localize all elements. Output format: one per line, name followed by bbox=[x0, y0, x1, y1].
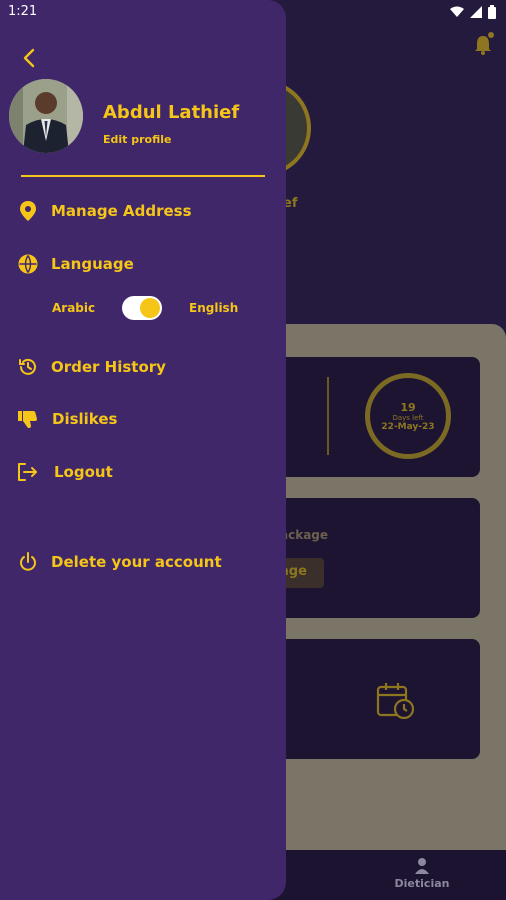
menu-item-order-history[interactable]: Order History bbox=[17, 353, 166, 381]
menu-item-logout[interactable]: Logout bbox=[17, 458, 113, 486]
profile-avatar[interactable] bbox=[9, 79, 83, 153]
menu-item-label: Language bbox=[51, 255, 134, 273]
language-toggle[interactable] bbox=[122, 296, 162, 320]
globe-icon bbox=[17, 253, 39, 275]
package-label: ackage bbox=[280, 528, 329, 542]
language-option-arabic[interactable]: Arabic bbox=[52, 301, 95, 315]
back-arrow-icon[interactable] bbox=[18, 46, 42, 70]
signal-icon bbox=[470, 6, 482, 18]
power-icon bbox=[17, 551, 39, 573]
status-bar: 1:21 bbox=[0, 0, 506, 24]
notification-bell-icon[interactable] bbox=[472, 32, 494, 56]
menu-item-label: Order History bbox=[51, 358, 166, 376]
navigation-drawer: Abdul Lathief Edit profile Manage Addres… bbox=[0, 0, 286, 900]
language-switch-row: Arabic English bbox=[52, 294, 252, 324]
nav-item-label: Dietician bbox=[394, 877, 450, 890]
dietician-icon bbox=[415, 858, 429, 874]
nav-item-dietician[interactable]: Dietician bbox=[392, 858, 452, 890]
days-left-value: 19 bbox=[400, 400, 416, 414]
status-icons bbox=[450, 5, 496, 19]
location-pin-icon bbox=[17, 200, 39, 222]
thumbs-down-icon bbox=[17, 408, 39, 430]
menu-item-delete-account[interactable]: Delete your account bbox=[17, 548, 222, 576]
profile-divider bbox=[21, 175, 265, 177]
menu-item-label: Manage Address bbox=[51, 202, 192, 220]
card-divider bbox=[327, 377, 329, 455]
menu-item-manage-address[interactable]: Manage Address bbox=[17, 197, 192, 225]
battery-icon bbox=[488, 5, 496, 19]
menu-item-language[interactable]: Language bbox=[17, 250, 134, 278]
history-icon bbox=[17, 356, 39, 378]
menu-item-label: Delete your account bbox=[51, 553, 222, 571]
edit-profile-link[interactable]: Edit profile bbox=[103, 133, 172, 146]
profile-photo bbox=[9, 79, 83, 153]
end-date: 22-May-23 bbox=[381, 421, 435, 432]
menu-item-label: Logout bbox=[54, 463, 113, 481]
days-left-label: Days left bbox=[392, 413, 424, 422]
profile-name: Abdul Lathief bbox=[103, 102, 240, 123]
menu-item-label: Dislikes bbox=[52, 410, 118, 428]
logout-icon bbox=[17, 461, 39, 483]
calendar-clock-icon bbox=[376, 683, 415, 720]
language-option-english[interactable]: English bbox=[189, 301, 238, 315]
toggle-knob bbox=[140, 298, 160, 318]
wifi-icon bbox=[450, 6, 464, 17]
status-time: 1:21 bbox=[8, 4, 38, 19]
menu-item-dislikes[interactable]: Dislikes bbox=[17, 405, 117, 433]
days-left-ring: 19 Days left 22-May-23 bbox=[365, 373, 451, 459]
